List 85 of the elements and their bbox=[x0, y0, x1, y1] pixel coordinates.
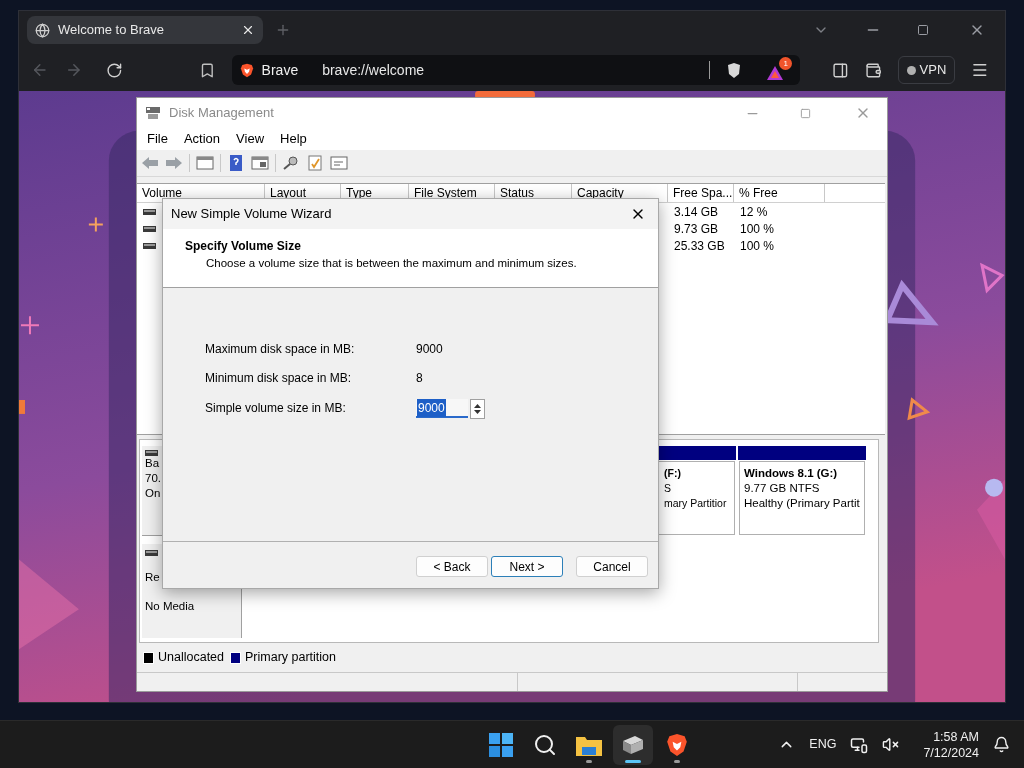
input-value: 9000 bbox=[417, 398, 446, 417]
page-description: Choose a volume size that is between the maximum and minimum sizes. bbox=[206, 256, 577, 271]
taskbar-app[interactable] bbox=[613, 724, 654, 765]
triangle-icon bbox=[766, 65, 785, 81]
rewards-button[interactable]: 1 bbox=[766, 57, 793, 83]
field-value: 9000 bbox=[416, 340, 443, 358]
dialog-button[interactable]: < Back bbox=[416, 556, 488, 577]
partition-name: Windows 8.1 (G:) bbox=[744, 466, 838, 481]
shield-icon[interactable] bbox=[726, 61, 743, 79]
field-label: Simple volume size in MB: bbox=[205, 400, 347, 417]
vpn-button[interactable]: VPN bbox=[897, 56, 956, 84]
reload-icon[interactable] bbox=[106, 61, 123, 79]
menu-icon[interactable] bbox=[971, 61, 989, 79]
field-label: Minimum disk space in MB: bbox=[205, 369, 353, 387]
language-indicator[interactable]: ENG bbox=[809, 735, 837, 754]
partition-detail: mary Partitior bbox=[664, 496, 727, 511]
table-cell-text: 100 % bbox=[739, 237, 776, 255]
muted-speaker-icon[interactable] bbox=[882, 736, 900, 753]
help-icon[interactable] bbox=[227, 155, 245, 171]
drive-icon bbox=[143, 208, 156, 215]
running-indicator bbox=[586, 759, 593, 763]
table-cell-text: 100 % bbox=[739, 220, 776, 238]
up-arrow-icon bbox=[474, 404, 481, 408]
disk-label: Re bbox=[145, 570, 160, 585]
window-icon[interactable] bbox=[196, 155, 214, 171]
drive-icon bbox=[143, 242, 156, 249]
sidebar-icon[interactable] bbox=[832, 61, 849, 79]
running-indicator bbox=[674, 759, 681, 763]
running-indicator bbox=[625, 759, 642, 763]
tab-title: Welcome to Brave bbox=[58, 21, 165, 40]
partition-detail: S bbox=[664, 481, 671, 496]
partition-detail: Healthy (Primary Partit bbox=[744, 496, 860, 511]
partition-detail: 9.77 GB NTFS bbox=[744, 481, 820, 496]
disk-label: No Media bbox=[145, 599, 195, 614]
window-icon[interactable] bbox=[251, 155, 269, 171]
clock-time: 1:58 AM bbox=[933, 728, 979, 745]
windows-logo-icon bbox=[489, 732, 514, 757]
globe-icon bbox=[35, 22, 50, 38]
wallet-icon[interactable] bbox=[864, 61, 882, 79]
url-text: brave://welcome bbox=[322, 60, 426, 80]
menu-item[interactable]: View bbox=[228, 129, 273, 149]
legend-label: Unallocated bbox=[158, 649, 224, 667]
field-label: Maximum disk space in MB: bbox=[205, 340, 356, 358]
disk-label: On bbox=[145, 486, 161, 501]
notification-badge: 1 bbox=[779, 57, 793, 70]
spin-button[interactable] bbox=[470, 399, 485, 419]
checklist-icon[interactable] bbox=[306, 155, 324, 171]
table-cell-text: 25.33 GB bbox=[673, 237, 726, 255]
menu-item[interactable]: Help bbox=[272, 129, 315, 149]
menu-item[interactable]: File bbox=[139, 129, 176, 149]
disk-label: 70. bbox=[145, 471, 161, 486]
close-icon[interactable] bbox=[241, 23, 255, 37]
maximize-icon[interactable] bbox=[917, 24, 929, 36]
vpn-label: VPN bbox=[919, 61, 947, 80]
browser-tab[interactable]: Welcome to Brave bbox=[27, 16, 263, 44]
column-header[interactable]: % Free bbox=[734, 184, 825, 202]
partition-name: (F:) bbox=[664, 466, 681, 481]
bell-icon[interactable] bbox=[993, 736, 1010, 753]
search-icon bbox=[533, 732, 558, 757]
app-icon bbox=[145, 106, 161, 120]
down-arrow-icon bbox=[474, 410, 481, 414]
clock[interactable]: 1:58 AM 7/12/2024 bbox=[923, 728, 979, 761]
table-cell-text: 9.73 GB bbox=[673, 220, 720, 238]
disk-label: Ba bbox=[145, 456, 160, 471]
network-icon[interactable] bbox=[850, 735, 869, 754]
clock-date: 7/12/2024 bbox=[923, 744, 979, 761]
page-heading: Specify Volume Size bbox=[185, 238, 301, 255]
field-value: 8 bbox=[416, 369, 423, 387]
table-cell-text: 12 % bbox=[739, 203, 769, 221]
menu-item[interactable]: Action bbox=[175, 129, 229, 149]
column-header[interactable]: Free Spa... bbox=[668, 184, 734, 202]
drive-icon bbox=[621, 734, 646, 755]
size-input[interactable]: 9000 bbox=[416, 399, 468, 418]
legend-label: Primary partition bbox=[245, 649, 336, 667]
window-title: Disk Management bbox=[169, 104, 275, 123]
drive-icon bbox=[143, 225, 156, 232]
address-bar[interactable]: Brave brave://welcome 1 bbox=[231, 55, 801, 85]
dialog-button[interactable]: Cancel bbox=[576, 556, 648, 577]
magnifier-icon[interactable] bbox=[282, 155, 300, 171]
dialog-button[interactable]: Next > bbox=[491, 556, 563, 577]
drive-icon bbox=[145, 550, 158, 556]
dialog-title: New Simple Volume Wizard bbox=[171, 205, 333, 224]
site-label: Brave bbox=[261, 60, 299, 80]
drive-icon bbox=[145, 450, 158, 456]
table-cell-text: 3.14 GB bbox=[673, 203, 720, 221]
